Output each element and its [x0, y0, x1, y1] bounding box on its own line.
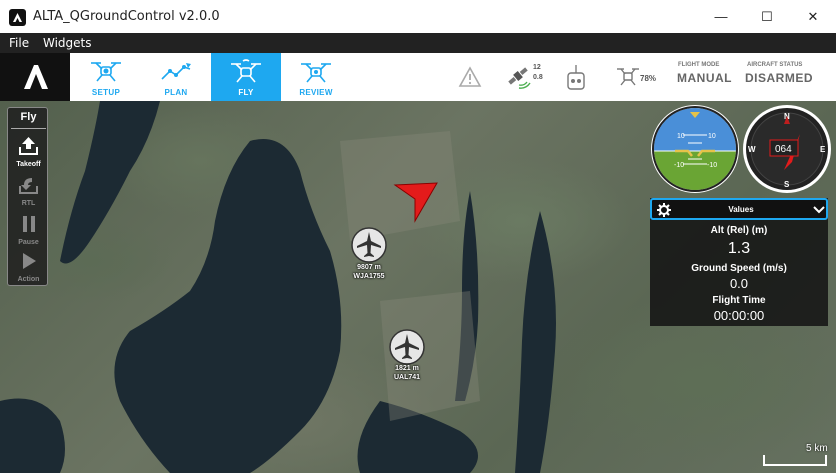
fly-tools-panel: Fly Takeoff RTL Pause Action [7, 107, 48, 286]
chevron-down-icon[interactable] [813, 206, 825, 214]
tab-review[interactable]: REVIEW [281, 53, 351, 101]
tab-plan[interactable]: PLAN [141, 53, 211, 101]
pitch-label-up-right: 10 [708, 133, 716, 140]
main-toolbar: SETUP PLAN FLY REVIEW 12 0.8 78% FLIGHT … [0, 53, 836, 101]
menu-widgets[interactable]: Widgets [43, 36, 92, 50]
pause-icon [23, 216, 35, 232]
pause-label: Pause [18, 239, 39, 246]
map-scale-label: 5 km [806, 443, 828, 454]
rtl-label: RTL [21, 200, 36, 207]
brand-logo[interactable] [0, 53, 70, 101]
aircraft-status-label: AIRCRAFT STATUS [747, 62, 803, 68]
takeoff-button[interactable]: Takeoff [8, 132, 49, 170]
aircraft-2-altitude: 1821 m [395, 365, 419, 372]
return-to-launch-icon [19, 178, 38, 194]
title-bar: ALTA_QGroundControl v2.0.0 — ☐ ✕ [0, 0, 836, 33]
window-title: ALTA_QGroundControl v2.0.0 [33, 9, 220, 24]
setup-drone-icon [91, 62, 121, 82]
fly-drone-icon [231, 59, 261, 83]
alt-rel-label: Alt (Rel) (m) [710, 225, 768, 236]
app-logo-icon [9, 9, 26, 26]
warning-icon[interactable] [458, 66, 482, 88]
flight-time-label: Flight Time [712, 295, 766, 306]
minimize-button[interactable]: — [698, 0, 744, 33]
ground-speed-value: 0.0 [729, 276, 749, 291]
aircraft-1-callsign: WJA1755 [353, 273, 385, 280]
fly-panel-title: Fly [20, 111, 37, 123]
play-icon [23, 253, 36, 269]
gps-hdop: 0.8 [533, 74, 543, 81]
aircraft-2-callsign: UAL741 [393, 374, 421, 381]
pitch-label-down-left: -10 [674, 162, 684, 169]
fly-panel-divider [11, 128, 46, 129]
flight-mode-label: FLIGHT MODE [678, 62, 720, 68]
menu-file[interactable]: File [9, 36, 29, 50]
plan-path-icon [161, 63, 191, 80]
maximize-button[interactable]: ☐ [744, 0, 790, 33]
compass-south: S [784, 180, 790, 189]
gps-sat-count: 12 [533, 64, 541, 71]
airplane-icon [389, 329, 425, 365]
pause-button[interactable]: Pause [8, 210, 49, 248]
review-drone-icon [301, 63, 331, 83]
close-button[interactable]: ✕ [790, 0, 836, 33]
tab-review-label: REVIEW [299, 88, 333, 97]
battery-percent: 78% [640, 74, 657, 83]
tab-plan-label: PLAN [164, 88, 188, 97]
flight-mode-value[interactable]: MANUAL [677, 71, 732, 85]
tab-fly[interactable]: FLY [211, 53, 281, 101]
compass-indicator: N E S W 064 [743, 105, 831, 193]
battery-drone-icon[interactable] [615, 65, 641, 87]
takeoff-icon [19, 137, 38, 155]
flight-time-value: 00:00:00 [713, 308, 765, 323]
pitch-label-up-left: 10 [677, 133, 685, 140]
values-dropdown[interactable]: Values [650, 198, 828, 220]
alt-rel-value: 1.3 [727, 240, 751, 257]
compass-west: W [748, 145, 756, 154]
rtl-button[interactable]: RTL [8, 171, 49, 209]
compass-heading: 064 [775, 144, 792, 155]
adsb-aircraft-1[interactable] [350, 226, 388, 269]
aircraft-status-value[interactable]: DISARMED [745, 71, 813, 85]
compass-east: E [820, 145, 826, 154]
takeoff-label: Takeoff [16, 161, 41, 168]
menu-bar: File Widgets [0, 33, 836, 53]
pitch-label-down-right: -10 [707, 162, 717, 169]
vehicle-heading-icon[interactable] [393, 181, 441, 223]
tab-setup[interactable]: SETUP [71, 53, 141, 101]
attitude-indicator: 10 10 -10 -10 [651, 105, 739, 193]
action-label: Action [17, 276, 40, 283]
aircraft-1-altitude: 9807 m [357, 264, 381, 271]
values-panel: Values Alt (Rel) (m) 1.3 Ground Speed (m… [650, 198, 828, 326]
tab-fly-label: FLY [238, 88, 254, 97]
action-button[interactable]: Action [8, 247, 49, 285]
values-title: Values [728, 205, 754, 214]
rc-transmitter-icon[interactable] [565, 64, 587, 92]
tab-setup-label: SETUP [91, 88, 121, 97]
gps-satellite-icon[interactable] [505, 63, 531, 91]
ground-speed-label: Ground Speed (m/s) [691, 263, 787, 274]
airplane-icon [351, 227, 387, 263]
